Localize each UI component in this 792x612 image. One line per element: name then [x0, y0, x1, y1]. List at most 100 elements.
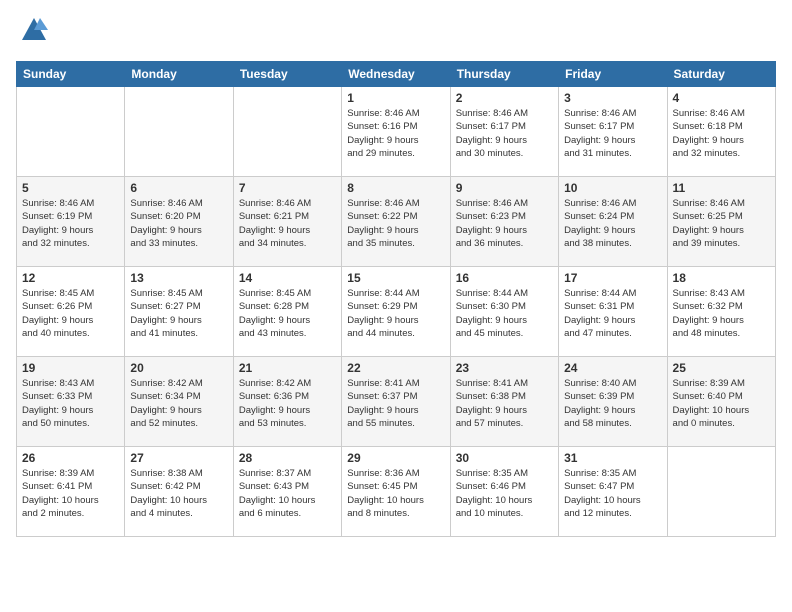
day-info: Sunrise: 8:46 AM Sunset: 6:16 PM Dayligh… — [347, 107, 444, 160]
day-number: 13 — [130, 271, 227, 285]
calendar-cell: 14 Sunrise: 8:45 AM Sunset: 6:28 PM Dayli… — [233, 267, 341, 357]
day-info: Sunrise: 8:35 AM Sunset: 6:46 PM Dayligh… — [456, 467, 553, 520]
calendar-cell: 25Sunrise: 8:39 AM Sunset: 6:40 PM Dayli… — [667, 357, 775, 447]
day-info: Sunrise: 8:38 AM Sunset: 6:42 PM Dayligh… — [130, 467, 227, 520]
day-number: 3 — [564, 91, 661, 105]
day-info: Sunrise: 8:44 AM Sunset: 6:30 PM Dayligh… — [456, 287, 553, 340]
calendar-cell — [667, 447, 775, 537]
logo-icon — [20, 16, 48, 44]
calendar-cell: 6Sunrise: 8:46 AM Sunset: 6:20 PM Daylig… — [125, 177, 233, 267]
weekday-header-row: SundayMondayTuesdayWednesdayThursdayFrid… — [17, 62, 776, 87]
day-info: Sunrise: 8:46 AM Sunset: 6:20 PM Dayligh… — [130, 197, 227, 250]
day-number: 17 — [564, 271, 661, 285]
calendar-body: 1Sunrise: 8:46 AM Sunset: 6:16 PM Daylig… — [17, 87, 776, 537]
day-info: Sunrise: 8:45 AM Sunset: 6:26 PM Dayligh… — [22, 287, 119, 340]
day-info: Sunrise: 8:46 AM Sunset: 6:17 PM Dayligh… — [456, 107, 553, 160]
calendar-cell: 17 Sunrise: 8:44 AM Sunset: 6:31 PM Dayli… — [559, 267, 667, 357]
calendar-cell — [125, 87, 233, 177]
calendar-week-5: 26 Sunrise: 8:39 AM Sunset: 6:41 PM Dayli… — [17, 447, 776, 537]
calendar-cell: 22Sunrise: 8:41 AM Sunset: 6:37 PM Dayli… — [342, 357, 450, 447]
day-info: Sunrise: 8:46 AM Sunset: 6:23 PM Dayligh… — [456, 197, 553, 250]
day-number: 11 — [673, 181, 770, 195]
day-info: Sunrise: 8:41 AM Sunset: 6:37 PM Dayligh… — [347, 377, 444, 430]
day-info: Sunrise: 8:46 AM Sunset: 6:19 PM Dayligh… — [22, 197, 119, 250]
day-number: 2 — [456, 91, 553, 105]
weekday-header-thursday: Thursday — [450, 62, 558, 87]
day-number: 31 — [564, 451, 661, 465]
calendar-week-3: 12 Sunrise: 8:45 AM Sunset: 6:26 PM Dayli… — [17, 267, 776, 357]
day-number: 14 — [239, 271, 336, 285]
day-info: Sunrise: 8:39 AM Sunset: 6:40 PM Dayligh… — [673, 377, 770, 430]
day-number: 27 — [130, 451, 227, 465]
day-number: 5 — [22, 181, 119, 195]
calendar-cell: 11 Sunrise: 8:46 AM Sunset: 6:25 PM Dayli… — [667, 177, 775, 267]
day-info: Sunrise: 8:46 AM Sunset: 6:25 PM Dayligh… — [673, 197, 770, 250]
calendar-cell: 4 Sunrise: 8:46 AM Sunset: 6:18 PM Daylig… — [667, 87, 775, 177]
day-info: Sunrise: 8:40 AM Sunset: 6:39 PM Dayligh… — [564, 377, 661, 430]
calendar-cell: 13 Sunrise: 8:45 AM Sunset: 6:27 PM Dayli… — [125, 267, 233, 357]
calendar-cell: 23Sunrise: 8:41 AM Sunset: 6:38 PM Dayli… — [450, 357, 558, 447]
calendar-cell — [233, 87, 341, 177]
calendar-cell: 30Sunrise: 8:35 AM Sunset: 6:46 PM Dayli… — [450, 447, 558, 537]
day-number: 7 — [239, 181, 336, 195]
calendar-header: SundayMondayTuesdayWednesdayThursdayFrid… — [17, 62, 776, 87]
calendar-cell — [17, 87, 125, 177]
day-number: 9 — [456, 181, 553, 195]
calendar-cell: 12 Sunrise: 8:45 AM Sunset: 6:26 PM Dayli… — [17, 267, 125, 357]
day-number: 20 — [130, 361, 227, 375]
day-info: Sunrise: 8:42 AM Sunset: 6:36 PM Dayligh… — [239, 377, 336, 430]
weekday-header-saturday: Saturday — [667, 62, 775, 87]
calendar-week-2: 5 Sunrise: 8:46 AM Sunset: 6:19 PM Daylig… — [17, 177, 776, 267]
day-info: Sunrise: 8:43 AM Sunset: 6:32 PM Dayligh… — [673, 287, 770, 340]
day-info: Sunrise: 8:45 AM Sunset: 6:27 PM Dayligh… — [130, 287, 227, 340]
day-info: Sunrise: 8:42 AM Sunset: 6:34 PM Dayligh… — [130, 377, 227, 430]
calendar-cell: 8Sunrise: 8:46 AM Sunset: 6:22 PM Daylig… — [342, 177, 450, 267]
day-number: 15 — [347, 271, 444, 285]
day-info: Sunrise: 8:43 AM Sunset: 6:33 PM Dayligh… — [22, 377, 119, 430]
day-number: 16 — [456, 271, 553, 285]
day-info: Sunrise: 8:44 AM Sunset: 6:29 PM Dayligh… — [347, 287, 444, 340]
day-number: 12 — [22, 271, 119, 285]
calendar-cell: 16 Sunrise: 8:44 AM Sunset: 6:30 PM Dayli… — [450, 267, 558, 357]
calendar-cell: 2 Sunrise: 8:46 AM Sunset: 6:17 PM Daylig… — [450, 87, 558, 177]
weekday-header-friday: Friday — [559, 62, 667, 87]
calendar-week-4: 19Sunrise: 8:43 AM Sunset: 6:33 PM Dayli… — [17, 357, 776, 447]
calendar-cell: 26 Sunrise: 8:39 AM Sunset: 6:41 PM Dayli… — [17, 447, 125, 537]
day-info: Sunrise: 8:46 AM Sunset: 6:21 PM Dayligh… — [239, 197, 336, 250]
day-number: 24 — [564, 361, 661, 375]
calendar-cell: 19Sunrise: 8:43 AM Sunset: 6:33 PM Dayli… — [17, 357, 125, 447]
calendar-cell: 28Sunrise: 8:37 AM Sunset: 6:43 PM Dayli… — [233, 447, 341, 537]
calendar-cell: 7 Sunrise: 8:46 AM Sunset: 6:21 PM Daylig… — [233, 177, 341, 267]
day-number: 23 — [456, 361, 553, 375]
day-number: 10 — [564, 181, 661, 195]
calendar-cell: 10 Sunrise: 8:46 AM Sunset: 6:24 PM Dayli… — [559, 177, 667, 267]
calendar-cell: 29 Sunrise: 8:36 AM Sunset: 6:45 PM Dayli… — [342, 447, 450, 537]
day-number: 26 — [22, 451, 119, 465]
page-header — [16, 16, 776, 49]
day-info: Sunrise: 8:44 AM Sunset: 6:31 PM Dayligh… — [564, 287, 661, 340]
day-info: Sunrise: 8:46 AM Sunset: 6:22 PM Dayligh… — [347, 197, 444, 250]
calendar-cell: 24 Sunrise: 8:40 AM Sunset: 6:39 PM Dayli… — [559, 357, 667, 447]
day-info: Sunrise: 8:46 AM Sunset: 6:24 PM Dayligh… — [564, 197, 661, 250]
weekday-header-wednesday: Wednesday — [342, 62, 450, 87]
calendar-cell: 15 Sunrise: 8:44 AM Sunset: 6:29 PM Dayli… — [342, 267, 450, 357]
logo — [16, 16, 48, 49]
calendar-table: SundayMondayTuesdayWednesdayThursdayFrid… — [16, 61, 776, 537]
day-info: Sunrise: 8:46 AM Sunset: 6:18 PM Dayligh… — [673, 107, 770, 160]
day-info: Sunrise: 8:39 AM Sunset: 6:41 PM Dayligh… — [22, 467, 119, 520]
calendar-cell: 1Sunrise: 8:46 AM Sunset: 6:16 PM Daylig… — [342, 87, 450, 177]
calendar-cell: 20 Sunrise: 8:42 AM Sunset: 6:34 PM Dayli… — [125, 357, 233, 447]
day-info: Sunrise: 8:35 AM Sunset: 6:47 PM Dayligh… — [564, 467, 661, 520]
calendar-cell: 3Sunrise: 8:46 AM Sunset: 6:17 PM Daylig… — [559, 87, 667, 177]
day-info: Sunrise: 8:45 AM Sunset: 6:28 PM Dayligh… — [239, 287, 336, 340]
calendar-cell: 9 Sunrise: 8:46 AM Sunset: 6:23 PM Daylig… — [450, 177, 558, 267]
calendar-week-1: 1Sunrise: 8:46 AM Sunset: 6:16 PM Daylig… — [17, 87, 776, 177]
weekday-header-sunday: Sunday — [17, 62, 125, 87]
calendar-cell: 5 Sunrise: 8:46 AM Sunset: 6:19 PM Daylig… — [17, 177, 125, 267]
day-number: 29 — [347, 451, 444, 465]
day-info: Sunrise: 8:37 AM Sunset: 6:43 PM Dayligh… — [239, 467, 336, 520]
day-number: 4 — [673, 91, 770, 105]
calendar-cell: 21Sunrise: 8:42 AM Sunset: 6:36 PM Dayli… — [233, 357, 341, 447]
calendar-cell: 31 Sunrise: 8:35 AM Sunset: 6:47 PM Dayli… — [559, 447, 667, 537]
day-info: Sunrise: 8:36 AM Sunset: 6:45 PM Dayligh… — [347, 467, 444, 520]
